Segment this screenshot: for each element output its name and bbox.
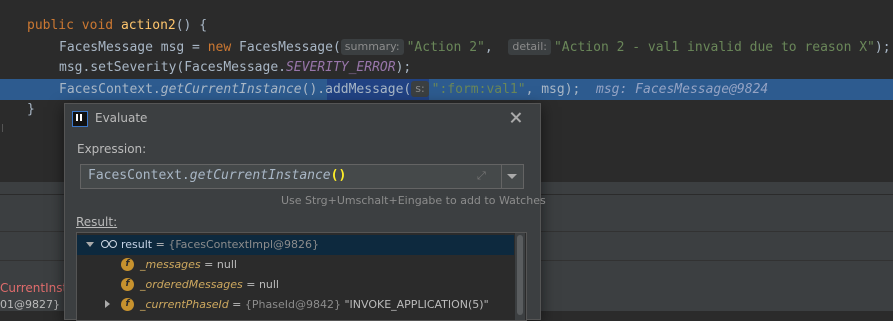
inline-debug-value: msg: FacesMessage@9824 [596,82,769,97]
result-label: Result: [76,215,118,229]
expand-icon[interactable]: ⤢ [477,170,489,182]
dropdown-arrow-icon[interactable] [507,174,517,179]
tree-row-ordered-messages[interactable]: f _orderedMessages = null [77,275,514,295]
chevron-right-icon[interactable] [105,300,110,308]
tree-row-text: _orderedMessages = null [140,278,279,291]
scrollbar-thumb[interactable] [517,235,523,315]
field-icon: f [121,258,134,271]
tree-row-current-phase-id[interactable]: f _currentPhaseId = {PhaseId@9842} "INVO… [77,295,514,315]
evaluate-dialog: Evaluate Expression: FacesContext.getCur… [64,103,546,321]
param-hint-s: s: [411,81,429,97]
param-hint-detail: detail: [508,39,551,55]
param-hint-summary: summary: [340,39,404,55]
watches-hint: Use Strg+Umschalt+Eingabe to add to Watc… [281,194,546,207]
code-line-1: public void action2() { [27,18,208,33]
gutter-marker [2,124,3,132]
tree-scrollbar[interactable] [515,233,525,320]
expression-input[interactable]: FacesContext.getCurrentInstance() ⤢ [80,164,524,189]
chevron-down-icon[interactable] [86,242,94,247]
tree-row-text: _currentPhaseId = {PhaseId@9842} "INVOKE… [140,298,489,311]
field-icon: f [121,298,134,311]
field-icon: f [121,278,134,291]
close-icon[interactable] [506,108,526,128]
code-line-4: FacesContext.getCurrentInstance().addMes… [59,81,769,97]
tree-row-result[interactable]: result = {FacesContextImpl@9826} [77,235,514,255]
expression-label: Expression: [77,142,147,156]
expression-text: FacesContext.getCurrentInstance() [88,168,347,183]
tree-row-messages[interactable]: f _messages = null [77,255,514,275]
dialog-title: Evaluate [95,111,148,125]
tree-row-text: result = {FacesContextImpl@9826} [121,238,320,251]
dropdown-separator [501,165,502,188]
tree-row-text: _messages = null [140,258,237,271]
code-line-3: msg.setSeverity(FacesMessage.SEVERITY_ER… [59,60,412,75]
code-line-2: FacesMessage msg = new FacesMessage(summ… [59,39,891,55]
result-tree[interactable]: result = {FacesContextImpl@9826} f _mess… [76,232,527,321]
dialog-titlebar[interactable]: Evaluate [65,104,540,133]
watch-icon [101,240,117,249]
app-icon [72,111,88,127]
code-line-5: } [27,102,35,117]
